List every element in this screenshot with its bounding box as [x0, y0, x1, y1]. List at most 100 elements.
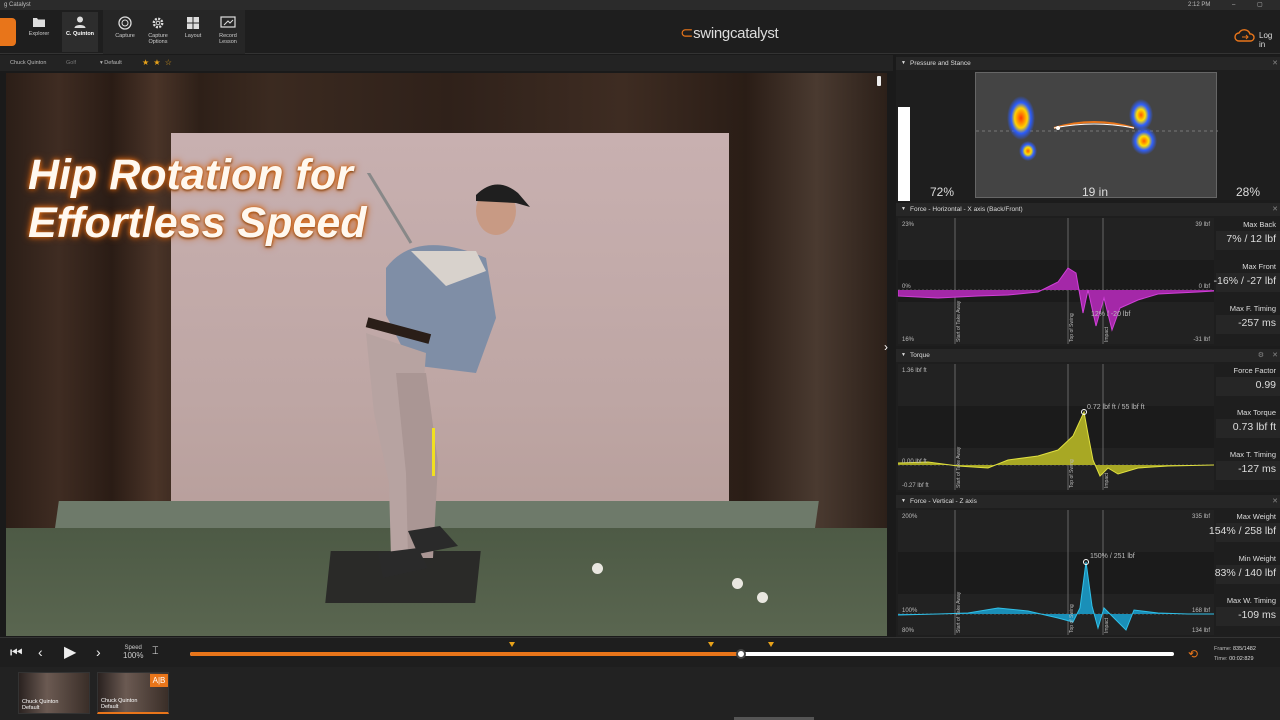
trim-icon[interactable]: ⌶: [152, 645, 159, 658]
event-start-takeaway: Start of Take Away: [956, 446, 962, 488]
stance-width: 19 in: [1082, 185, 1109, 199]
record-lesson-button[interactable]: Record Lesson: [210, 12, 246, 52]
force-z-graph[interactable]: 200% 335 lbf 100% 168 lbf 80% 134 lbf 15…: [898, 510, 1214, 635]
close-panel-icon[interactable]: ✕: [1272, 205, 1278, 213]
step-back-icon[interactable]: ‹: [38, 644, 43, 660]
frame-info: Frame: 835/1482 Time: 00:02:829: [1214, 646, 1256, 662]
app-menu-icon[interactable]: [0, 18, 16, 46]
layout-button[interactable]: Layout: [175, 12, 211, 52]
speed-control[interactable]: Speed 100%: [123, 644, 143, 660]
torque-panel-header[interactable]: ▼ Torque ⚙ ✕: [896, 349, 1280, 362]
torque-panel: 1.36 lbf ft 0.00 lbf ft -0.27 lbf ft 0.7…: [896, 362, 1280, 492]
clock: 2:12 PM: [1188, 2, 1211, 8]
force-x-bot-right: -31 lbf: [1193, 337, 1210, 343]
player-name[interactable]: Chuck Quinton: [10, 60, 46, 66]
force-x-top-left: 23%: [902, 222, 915, 228]
force-z-panel: 200% 335 lbf 100% 168 lbf 80% 134 lbf 15…: [896, 508, 1280, 637]
rating-stars[interactable]: ★ ★ ☆: [142, 58, 173, 67]
golf-ball: [732, 578, 743, 589]
player-button[interactable]: C. Quinton: [62, 12, 98, 52]
force-z-top-left: 200%: [902, 514, 918, 520]
pressure-map: [975, 72, 1218, 198]
force-z-stats: Max Weight 154% / 258 lbf Min Weight 83%…: [1209, 508, 1280, 637]
play-icon[interactable]: ▶: [64, 642, 76, 662]
close-panel-icon[interactable]: ✕: [1272, 351, 1278, 359]
user-icon: [74, 16, 86, 28]
event-impact: Impact: [1104, 472, 1110, 488]
force-x-bot-left: 16%: [902, 337, 915, 343]
collapse-triangle-icon[interactable]: ▼: [901, 498, 906, 504]
max-front-value: -16% / -27 lbf: [1213, 275, 1276, 287]
force-z-panel-header[interactable]: ▼ Force - Vertical - Z axis ✕: [896, 495, 1280, 508]
close-panel-icon[interactable]: ✕: [1272, 497, 1278, 505]
golfer-figure: [365, 173, 530, 578]
preset-dropdown[interactable]: ▾ Default: [100, 60, 122, 66]
event-impact: Impact: [1104, 326, 1110, 342]
video-menu-icon[interactable]: [877, 76, 881, 86]
capture-options-button[interactable]: Capture Options: [140, 12, 176, 52]
force-x-panel-header[interactable]: ▼ Force - Horizontal - X axis (Back/Fron…: [896, 203, 1280, 216]
max-f-timing-value: -257 ms: [1238, 317, 1276, 329]
explorer-button[interactable]: Explorer: [21, 12, 57, 52]
panel-settings-gear-icon[interactable]: ⚙: [1258, 351, 1264, 359]
event-marker[interactable]: [768, 642, 774, 647]
force-z-annotation: 150% / 251 lbf: [1090, 553, 1135, 560]
ab-compare-badge[interactable]: A|B: [150, 674, 168, 687]
golf-ball: [757, 592, 768, 603]
step-forward-icon[interactable]: ›: [96, 644, 101, 660]
pressure-panel-header[interactable]: ▼ Pressure and Stance ✕: [896, 57, 1280, 70]
event-start-takeaway: Start of Take Away: [956, 591, 962, 633]
force-x-top-right: 39 lbf: [1195, 222, 1210, 228]
golf-ball: [592, 563, 603, 574]
torque-bot-left: -0.27 lbf ft: [902, 483, 929, 489]
left-pressure-pct: 72%: [930, 185, 955, 199]
analysis-panels: ▼ Pressure and Stance ✕ 72% 19 in 28% ▼ …: [896, 55, 1280, 637]
force-factor-value: 0.99: [1255, 379, 1276, 391]
window-title: g Catalyst: [4, 2, 31, 8]
pressure-balance-bar: [898, 107, 910, 201]
capture-button[interactable]: Capture: [107, 12, 143, 52]
collapse-panel-arrow-icon[interactable]: ›: [884, 340, 888, 354]
skip-to-start-icon[interactable]: ⏮: [10, 644, 23, 661]
playback-controls: ⏮ ‹ ▶ › Speed 100% ⌶ ⟲ Frame: 835/1482 T…: [0, 637, 1280, 667]
force-x-annotation: 12% / -20 lbf: [1091, 311, 1130, 318]
force-z-bot-right: 134 lbf: [1192, 628, 1210, 634]
max-t-timing-value: -127 ms: [1238, 463, 1276, 475]
force-x-mid-left: 0%: [902, 284, 911, 290]
max-weight-value: 154% / 258 lbf: [1208, 525, 1276, 537]
close-panel-icon[interactable]: ✕: [1272, 59, 1278, 67]
pressure-panel: 72% 19 in 28%: [896, 70, 1280, 201]
timeline-playhead[interactable]: [736, 649, 747, 659]
event-top-of-swing: Top of Swing: [1069, 604, 1075, 633]
event-marker[interactable]: [509, 642, 515, 647]
timeline-progress: [190, 652, 742, 656]
video-viewport[interactable]: Hip Rotation for Effortless Speed: [6, 73, 887, 636]
force-x-stats: Max Back 7% / 12 lbf Max Front -16% / -2…: [1214, 216, 1280, 346]
pressure-heatmap: [976, 96, 1218, 161]
timeline-scrubber[interactable]: [190, 642, 1174, 659]
capture-icon: [118, 16, 132, 30]
torque-mid-left: 0.00 lbf ft: [902, 459, 927, 465]
hip-reference-line[interactable]: [432, 428, 435, 476]
force-z-mid-right: 168 lbf: [1192, 608, 1210, 614]
login-button[interactable]: Log in: [1226, 22, 1280, 50]
clip-tray: Chuck Quinton Default Chuck Quinton Defaul…: [0, 667, 1280, 720]
event-start-takeaway: Start of Take Away: [956, 300, 962, 342]
collapse-triangle-icon[interactable]: ▼: [901, 60, 906, 66]
collapse-triangle-icon[interactable]: ▼: [901, 352, 906, 358]
cloud-login-icon: [1234, 29, 1255, 42]
record-lesson-icon: [220, 16, 236, 28]
clip-thumbnail[interactable]: Chuck Quinton Default: [18, 672, 90, 714]
event-marker[interactable]: [708, 642, 714, 647]
sport-label: Golf: [66, 60, 77, 66]
loop-icon[interactable]: ⟲: [1188, 647, 1198, 661]
min-weight-value: 83% / 140 lbf: [1214, 567, 1276, 579]
grid-icon: [187, 17, 199, 29]
torque-graph[interactable]: 1.36 lbf ft 0.00 lbf ft -0.27 lbf ft 0.7…: [898, 364, 1214, 490]
force-z-bot-left: 80%: [902, 628, 915, 634]
title-bar: g Catalyst 2:12 PM – ▢ ✕: [0, 0, 1280, 18]
video-overlay-title: Hip Rotation for Effortless Speed: [28, 151, 367, 247]
force-x-graph[interactable]: 23% 39 lbf 0% 0 lbf 16% -31 lbf 12% / -2…: [898, 218, 1214, 344]
collapse-triangle-icon[interactable]: ▼: [901, 206, 906, 212]
brand-logo: ⊂swingcatalyst: [680, 25, 779, 42]
